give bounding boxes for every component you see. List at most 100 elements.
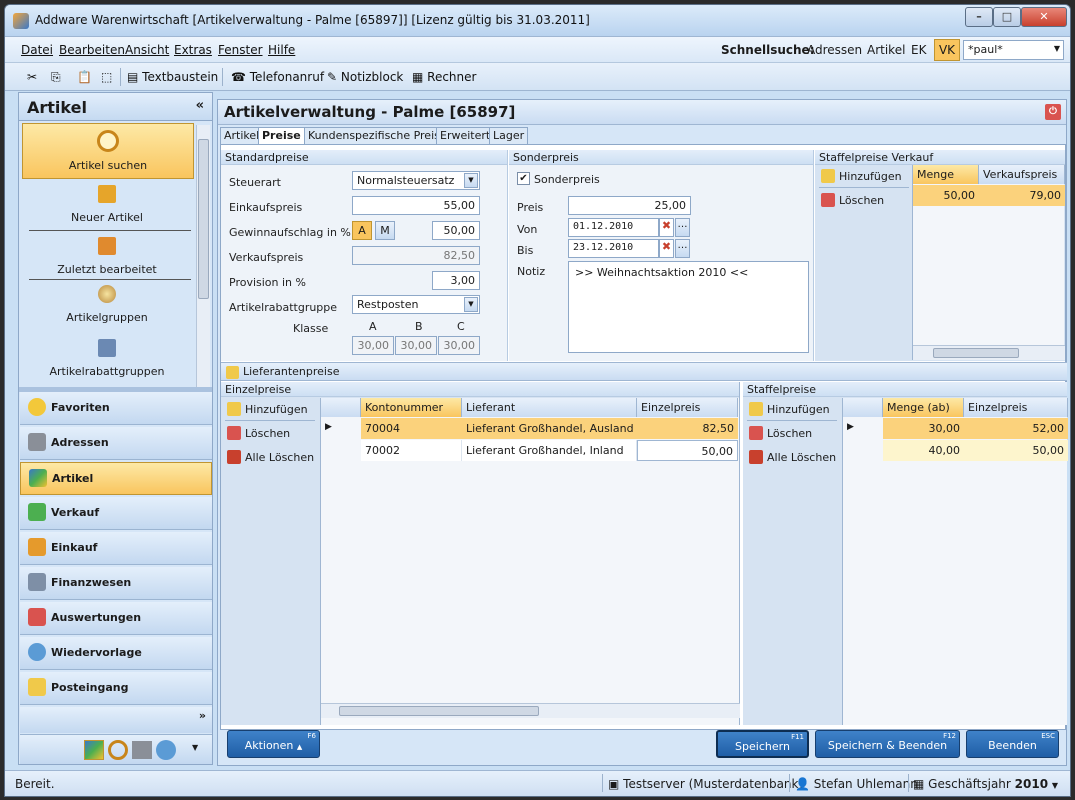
nav-auswertungen[interactable]: Auswertungen [20,602,212,635]
staffel-vk-delete-button[interactable]: Löschen [819,191,884,211]
beenden-button[interactable]: Beenden ESC [966,730,1059,758]
tab-kundenspezifische-preise[interactable]: Kundenspezifische Preise [304,127,451,144]
clear-icon[interactable]: ✖ [659,239,674,258]
cubes-icon[interactable] [84,740,104,760]
address-book-icon[interactable] [132,741,152,759]
notizblock-button[interactable]: ✎ Notizblock [327,67,403,87]
staffel-delete-button[interactable]: Löschen [747,424,812,444]
sonderpreis-checkbox[interactable]: ✔ [517,172,530,185]
left-scrollbar[interactable] [196,125,210,387]
scrollbar-thumb[interactable] [933,348,1019,358]
menu-fenster[interactable]: Fenster [218,43,263,57]
gewinn-m-button[interactable]: M [375,221,395,240]
von-input[interactable]: 01.12.2010 [568,218,659,237]
staffel-row1-menge[interactable]: 30,00 [883,418,964,439]
staffel-row1-preis[interactable]: 52,00 [964,418,1068,439]
einzelpreise-hscrollbar[interactable] [321,703,740,718]
more-icon[interactable]: » [199,709,206,722]
provision-input[interactable]: 3,00 [432,271,480,290]
gewinnaufschlag-input[interactable]: 50,00 [432,221,480,240]
link-artikelgruppen[interactable]: Artikelgruppen [22,283,194,325]
cut-icon[interactable]: ✂ [27,67,37,87]
search-icon[interactable] [108,740,128,760]
preis-input[interactable]: 25,00 [568,196,691,215]
scrollbar-thumb[interactable] [339,706,539,716]
user-status[interactable]: 👤 Stefan Uhlemann [795,777,918,791]
menu-extras[interactable]: Extras [174,43,212,57]
col-menge-ab[interactable]: Menge (ab) [883,398,964,417]
col-einzelpreis[interactable]: Einzelpreis [637,398,738,417]
nav-adressen[interactable]: Adressen [20,427,212,460]
nav-artikel[interactable]: Artikel [20,462,212,495]
notiz-textarea[interactable]: >> Weihnachtsaktion 2010 << [568,261,809,353]
einzel-delete-button[interactable]: Löschen [225,424,290,444]
artikelrabattgruppe-select[interactable]: Restposten ▼ [352,295,480,314]
nav-wiedervorlage[interactable]: Wiedervorlage [20,637,212,670]
staffel-vk-add-button[interactable]: Hinzufügen [819,167,902,187]
nav-finanzwesen[interactable]: Finanzwesen [20,567,212,600]
textbausteine-button[interactable]: ▤ Textbaustein [127,67,218,87]
power-icon[interactable]: ⏻ [1045,104,1061,120]
speichern-button[interactable]: Speichern F11 [716,730,809,758]
staffel-add-button[interactable]: Hinzufügen [747,400,830,420]
qs-ek[interactable]: EK [911,43,926,57]
chevron-down-icon[interactable]: ▼ [192,743,198,752]
chevron-down-icon[interactable]: ▼ [1054,44,1060,53]
col-lieferant[interactable]: Lieferant [462,398,637,417]
staffel-delete-all-button[interactable]: Alle Löschen [747,448,836,468]
paste-icon[interactable]: 📋 [77,67,92,87]
date-picker-icon[interactable]: … [675,239,690,258]
gewinn-a-button[interactable]: A [352,221,372,240]
col-kontonummer[interactable]: Kontonummer [361,398,462,417]
staffel-row2-preis[interactable]: 50,00 [964,440,1068,461]
server-status[interactable]: ▣ Testserver (Musterdatenbank) [608,777,803,791]
qs-vk[interactable]: VK [934,39,960,61]
tab-erweitert[interactable]: Erweitert [436,127,495,144]
einkaufspreis-input[interactable]: 55,00 [352,196,480,215]
einzel-delete-all-button[interactable]: Alle Löschen [225,448,314,468]
link-neuer-artikel[interactable]: Neuer Artikel [22,183,194,225]
collapse-icon[interactable]: « [196,98,204,113]
col-verkaufspreis[interactable]: Verkaufspreis [979,165,1065,184]
qs-adressen[interactable]: Adressen [807,43,862,57]
bis-input[interactable]: 23.12.2010 [568,239,659,258]
staffel-vk-menge[interactable]: 50,00 [913,185,979,206]
row1-kontonummer[interactable]: 70004 [361,418,462,439]
nav-einkauf[interactable]: Einkauf [20,532,212,565]
chevron-down-icon[interactable]: ▼ [464,173,478,188]
telefonanruf-button[interactable]: ☎ Telefonanruf [231,67,324,87]
row2-kontonummer[interactable]: 70002 [361,440,462,461]
menu-hilfe[interactable]: Hilfe [268,43,295,57]
tab-preise[interactable]: Preise [258,127,305,145]
magnifier-icon[interactable] [156,740,176,760]
nav-verkauf[interactable]: Verkauf [20,497,212,530]
row2-lieferant[interactable]: Lieferant Großhandel, Inland [462,440,637,461]
nav-posteingang[interactable]: Posteingang [20,672,212,705]
year-status[interactable]: ▦ Geschäftsjahr 2010 ▼ [913,777,1058,791]
speichern-beenden-button[interactable]: Speichern & Beenden F12 [815,730,960,758]
row1-lieferant[interactable]: Lieferant Großhandel, Ausland [462,418,637,439]
quicksearch-input[interactable]: *paul* ▼ [963,40,1064,60]
staffel-vk-preis[interactable]: 79,00 [979,185,1065,206]
tab-artikel[interactable]: Artikel [220,127,264,144]
tab-lager[interactable]: Lager [489,127,529,144]
link-artikelrabattgruppen[interactable]: Artikelrabattgruppen [22,337,194,379]
col-einzelpreis[interactable]: Einzelpreis [964,398,1068,417]
staffel-row2-menge[interactable]: 40,00 [883,440,964,461]
qs-artikel[interactable]: Artikel [867,43,905,57]
row2-einzelpreis[interactable]: 50,00 [637,440,738,461]
link-artikel-suchen[interactable]: Artikel suchen [22,123,194,179]
select-icon[interactable]: ⬚ [101,67,112,87]
row1-einzelpreis[interactable]: 82,50 [637,418,738,439]
chevron-down-icon[interactable]: ▼ [464,297,478,312]
einzel-add-button[interactable]: Hinzufügen [225,400,308,420]
col-menge[interactable]: Menge [913,165,979,184]
staffel-vk-hscrollbar[interactable] [913,345,1065,360]
menu-bearbeiten[interactable]: Bearbeiten [59,43,125,57]
copy-icon[interactable]: ⎘ [51,67,61,87]
steuerart-select[interactable]: Normalsteuersatz ▼ [352,171,480,190]
menu-ansicht[interactable]: Ansicht [125,43,169,57]
aktionen-button[interactable]: Aktionen ▲ F6 [227,730,320,758]
scrollbar-thumb[interactable] [198,139,209,299]
clear-icon[interactable]: ✖ [659,218,674,237]
